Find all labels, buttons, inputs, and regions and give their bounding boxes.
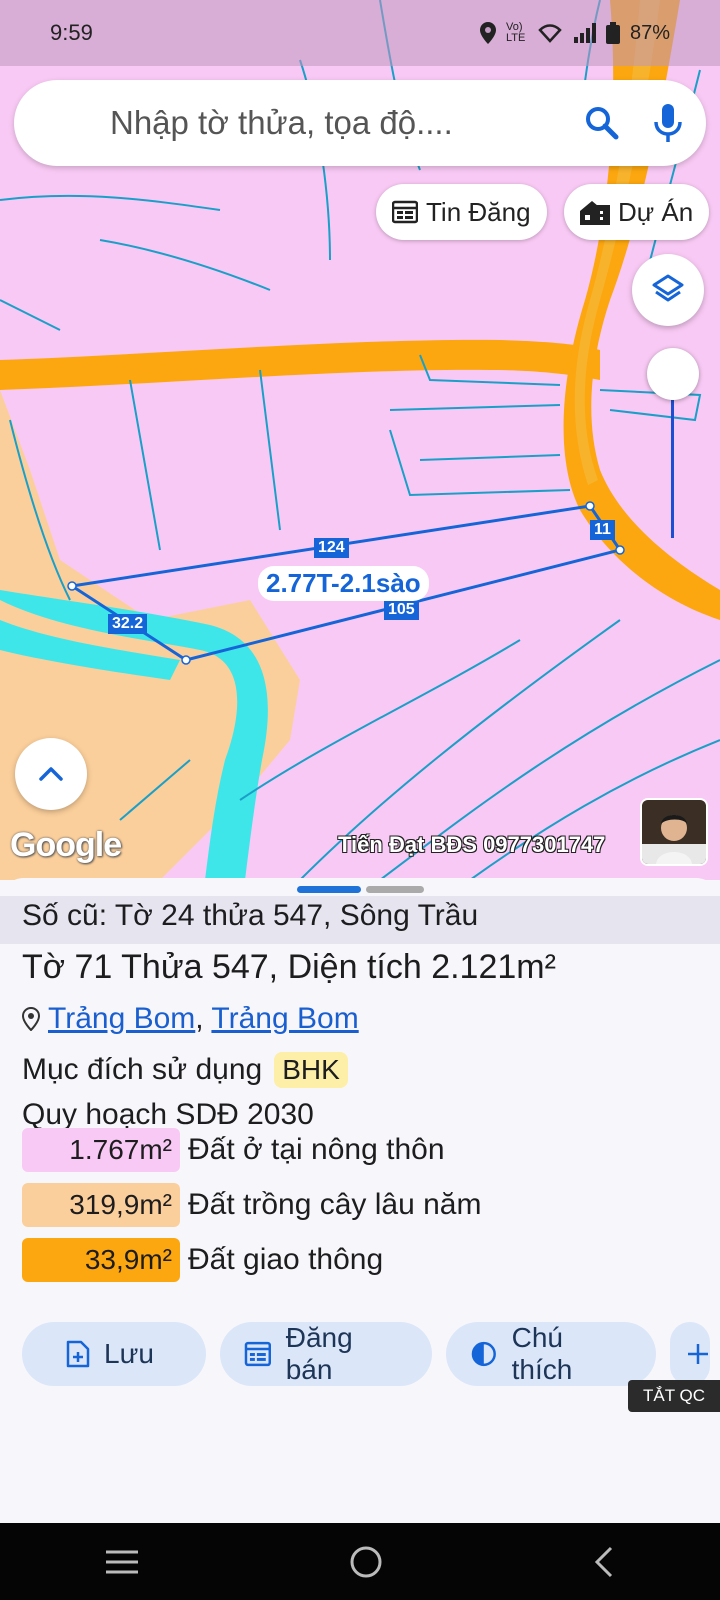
search-button[interactable] (574, 95, 630, 151)
search-input[interactable]: Nhập tờ thửa, tọa độ.... (110, 104, 574, 142)
recent-apps-icon[interactable] (104, 1548, 140, 1576)
zone-row: 1.767m² Đất ở tại nông thôn (22, 1128, 445, 1172)
sheet-page-indicator[interactable] (366, 886, 424, 893)
purpose-label: Mục đích sử dụng (22, 1053, 263, 1086)
edge-label: 105 (384, 600, 419, 620)
microphone-icon (654, 104, 682, 142)
zone-amount: 319,9m² (22, 1183, 180, 1227)
edge-label: 32.2 (108, 614, 148, 634)
legend-button-label: Chú thích (511, 1322, 573, 1385)
network-type: Vo) LTE (505, 21, 526, 44)
post-button-label: Đăng bán (285, 1322, 353, 1385)
action-buttons: Lưu Đăng bán Chú thích (22, 1322, 710, 1386)
add-file-icon (66, 1340, 90, 1368)
home-icon[interactable] (349, 1545, 383, 1579)
plan-title: Quy hoạch SDĐ 2030 (22, 1098, 314, 1131)
opacity-slider-track[interactable] (671, 400, 674, 538)
parcel-title: Tờ 71 Thửa 547, Diện tích 2.121m² (22, 948, 556, 986)
back-icon[interactable] (592, 1545, 616, 1579)
hide-ads-button[interactable]: TẮT QC (628, 1380, 720, 1412)
layers-icon (652, 274, 684, 302)
add-icon (688, 1344, 708, 1364)
legend-button[interactable]: Chú thích (446, 1322, 656, 1386)
wifi-icon (538, 24, 562, 43)
listing-board-icon (392, 200, 418, 224)
voice-search-button[interactable] (640, 95, 696, 151)
system-nav-bar (0, 1523, 720, 1600)
status-bar: 9:59 Vo) LTE 87% (0, 0, 720, 66)
battery-icon (605, 22, 620, 44)
zone-name: Đất ở tại nông thôn (188, 1133, 445, 1166)
status-icons: Vo) LTE 87% (479, 21, 670, 45)
signal-icon (573, 23, 596, 43)
listing-board-icon (244, 1341, 271, 1367)
expand-up-button[interactable] (15, 738, 87, 810)
google-logo: Google (10, 826, 122, 864)
layers-button[interactable] (632, 254, 704, 326)
edge-label: 124 (314, 538, 349, 558)
purpose-code-badge: BHK (274, 1052, 348, 1088)
location-separator: , (195, 1002, 204, 1035)
opacity-slider-handle[interactable] (647, 348, 699, 400)
projects-chip-label: Dự Án (618, 196, 694, 227)
buildings-icon (580, 201, 610, 225)
chevron-up-icon (39, 767, 63, 781)
land-use-purpose: Mục đích sử dụng BHK (22, 1052, 348, 1088)
location-pin-icon (22, 1007, 40, 1031)
listings-chip-label: Tin Đăng (426, 196, 531, 227)
sheet-page-indicator-active[interactable] (297, 886, 361, 893)
parcel-location: Trảng Bom, Trảng Bom (22, 1002, 359, 1036)
listings-chip[interactable]: Tin Đăng (376, 184, 547, 240)
zone-amount: 33,9m² (22, 1238, 180, 1282)
search-icon (586, 107, 619, 140)
status-time: 9:59 (50, 20, 93, 45)
zone-name: Đất trồng cây lâu năm (188, 1188, 482, 1221)
parcel-area-label[interactable]: 2.77T-2.1sào (258, 566, 429, 601)
post-for-sale-button[interactable]: Đăng bán (220, 1322, 432, 1386)
contrast-icon (471, 1341, 496, 1367)
zone-row: 319,9m² Đất trồng cây lâu năm (22, 1183, 481, 1227)
old-parcel-info: Số cũ: Tờ 24 thửa 547, Sông Trầu (0, 896, 720, 944)
save-button[interactable]: Lưu (22, 1322, 206, 1386)
avatar[interactable] (640, 798, 708, 866)
zone-amount: 1.767m² (22, 1128, 180, 1172)
location-icon (479, 22, 496, 44)
battery-percent: 87% (629, 21, 670, 44)
save-button-label: Lưu (104, 1338, 154, 1369)
projects-chip[interactable]: Dự Án (564, 184, 710, 240)
watermark-text: Tiến Đạt BĐS 0977301747 (338, 832, 606, 857)
district-link[interactable]: Trảng Bom (48, 1002, 195, 1035)
zone-row: 33,9m² Đất giao thông (22, 1238, 383, 1282)
search-bar[interactable]: Nhập tờ thửa, tọa độ.... (14, 80, 706, 166)
edge-label: 11 (590, 520, 615, 540)
zone-name: Đất giao thông (188, 1243, 384, 1276)
more-action-button[interactable] (670, 1322, 710, 1386)
commune-link[interactable]: Trảng Bom (211, 1002, 358, 1035)
